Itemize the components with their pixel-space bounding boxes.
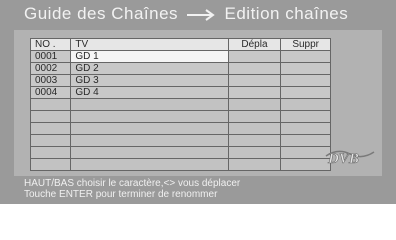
move-cell[interactable] — [227, 50, 282, 63]
delete-cell[interactable] — [280, 62, 331, 75]
channel-name-field[interactable]: GD 1 — [70, 50, 229, 63]
empty-row — [29, 134, 331, 147]
delete-cell[interactable] — [280, 50, 331, 63]
column-header-delete: Suppr — [280, 38, 331, 51]
channel-row[interactable]: 0001 GD 1 — [29, 50, 331, 63]
channel-row[interactable]: 0004 GD 4 — [29, 86, 331, 99]
channel-name-field[interactable]: GD 4 — [70, 86, 229, 99]
channel-guide-screen: Guide des Chaînes Edition chaînes NO . T… — [0, 0, 396, 204]
column-header-no: NO . — [29, 38, 72, 51]
channel-rows: 0001 GD 1 0002 GD 2 0003 GD 3 0004 GD 4 — [29, 50, 331, 171]
dvb-logo: DVB — [325, 151, 375, 167]
channel-number: 0003 — [29, 74, 72, 87]
delete-cell[interactable] — [280, 74, 331, 87]
channel-name-field[interactable]: GD 3 — [70, 74, 229, 87]
move-cell[interactable] — [227, 86, 282, 99]
empty-row — [29, 146, 331, 159]
page-title: Guide des Chaînes Edition chaînes — [24, 4, 348, 24]
title-main: Guide des Chaînes — [24, 4, 179, 23]
channel-name-field[interactable]: GD 2 — [70, 62, 229, 75]
move-cell[interactable] — [227, 62, 282, 75]
title-sub: Edition chaînes — [224, 4, 349, 23]
right-arrow-icon — [187, 8, 216, 21]
help-text-line-2: Touche ENTER pour terminer de renommer — [24, 189, 218, 200]
empty-row — [29, 158, 331, 171]
help-footer: HAUT/BAS choisir le caractère,<> vous dé… — [0, 176, 396, 204]
delete-cell[interactable] — [280, 86, 331, 99]
channel-row[interactable]: 0002 GD 2 — [29, 62, 331, 75]
column-header-move: Dépla — [227, 38, 282, 51]
empty-row — [29, 110, 331, 123]
channel-number: 0001 — [29, 50, 72, 63]
channel-table: NO . TV Dépla Suppr 0001 GD 1 0002 GD 2 … — [29, 38, 331, 171]
empty-row — [29, 122, 331, 135]
channel-row[interactable]: 0003 GD 3 — [29, 74, 331, 87]
dvb-logo-text: DVB — [327, 151, 359, 167]
title-bar: Guide des Chaînes Edition chaînes — [0, 0, 396, 30]
channel-number: 0004 — [29, 86, 72, 99]
empty-row — [29, 98, 331, 111]
column-header-tv: TV — [70, 38, 229, 51]
move-cell[interactable] — [227, 74, 282, 87]
help-text-line-1: HAUT/BAS choisir le caractère,<> vous dé… — [24, 178, 241, 189]
table-header-row: NO . TV Dépla Suppr — [29, 38, 331, 51]
channel-number: 0002 — [29, 62, 72, 75]
